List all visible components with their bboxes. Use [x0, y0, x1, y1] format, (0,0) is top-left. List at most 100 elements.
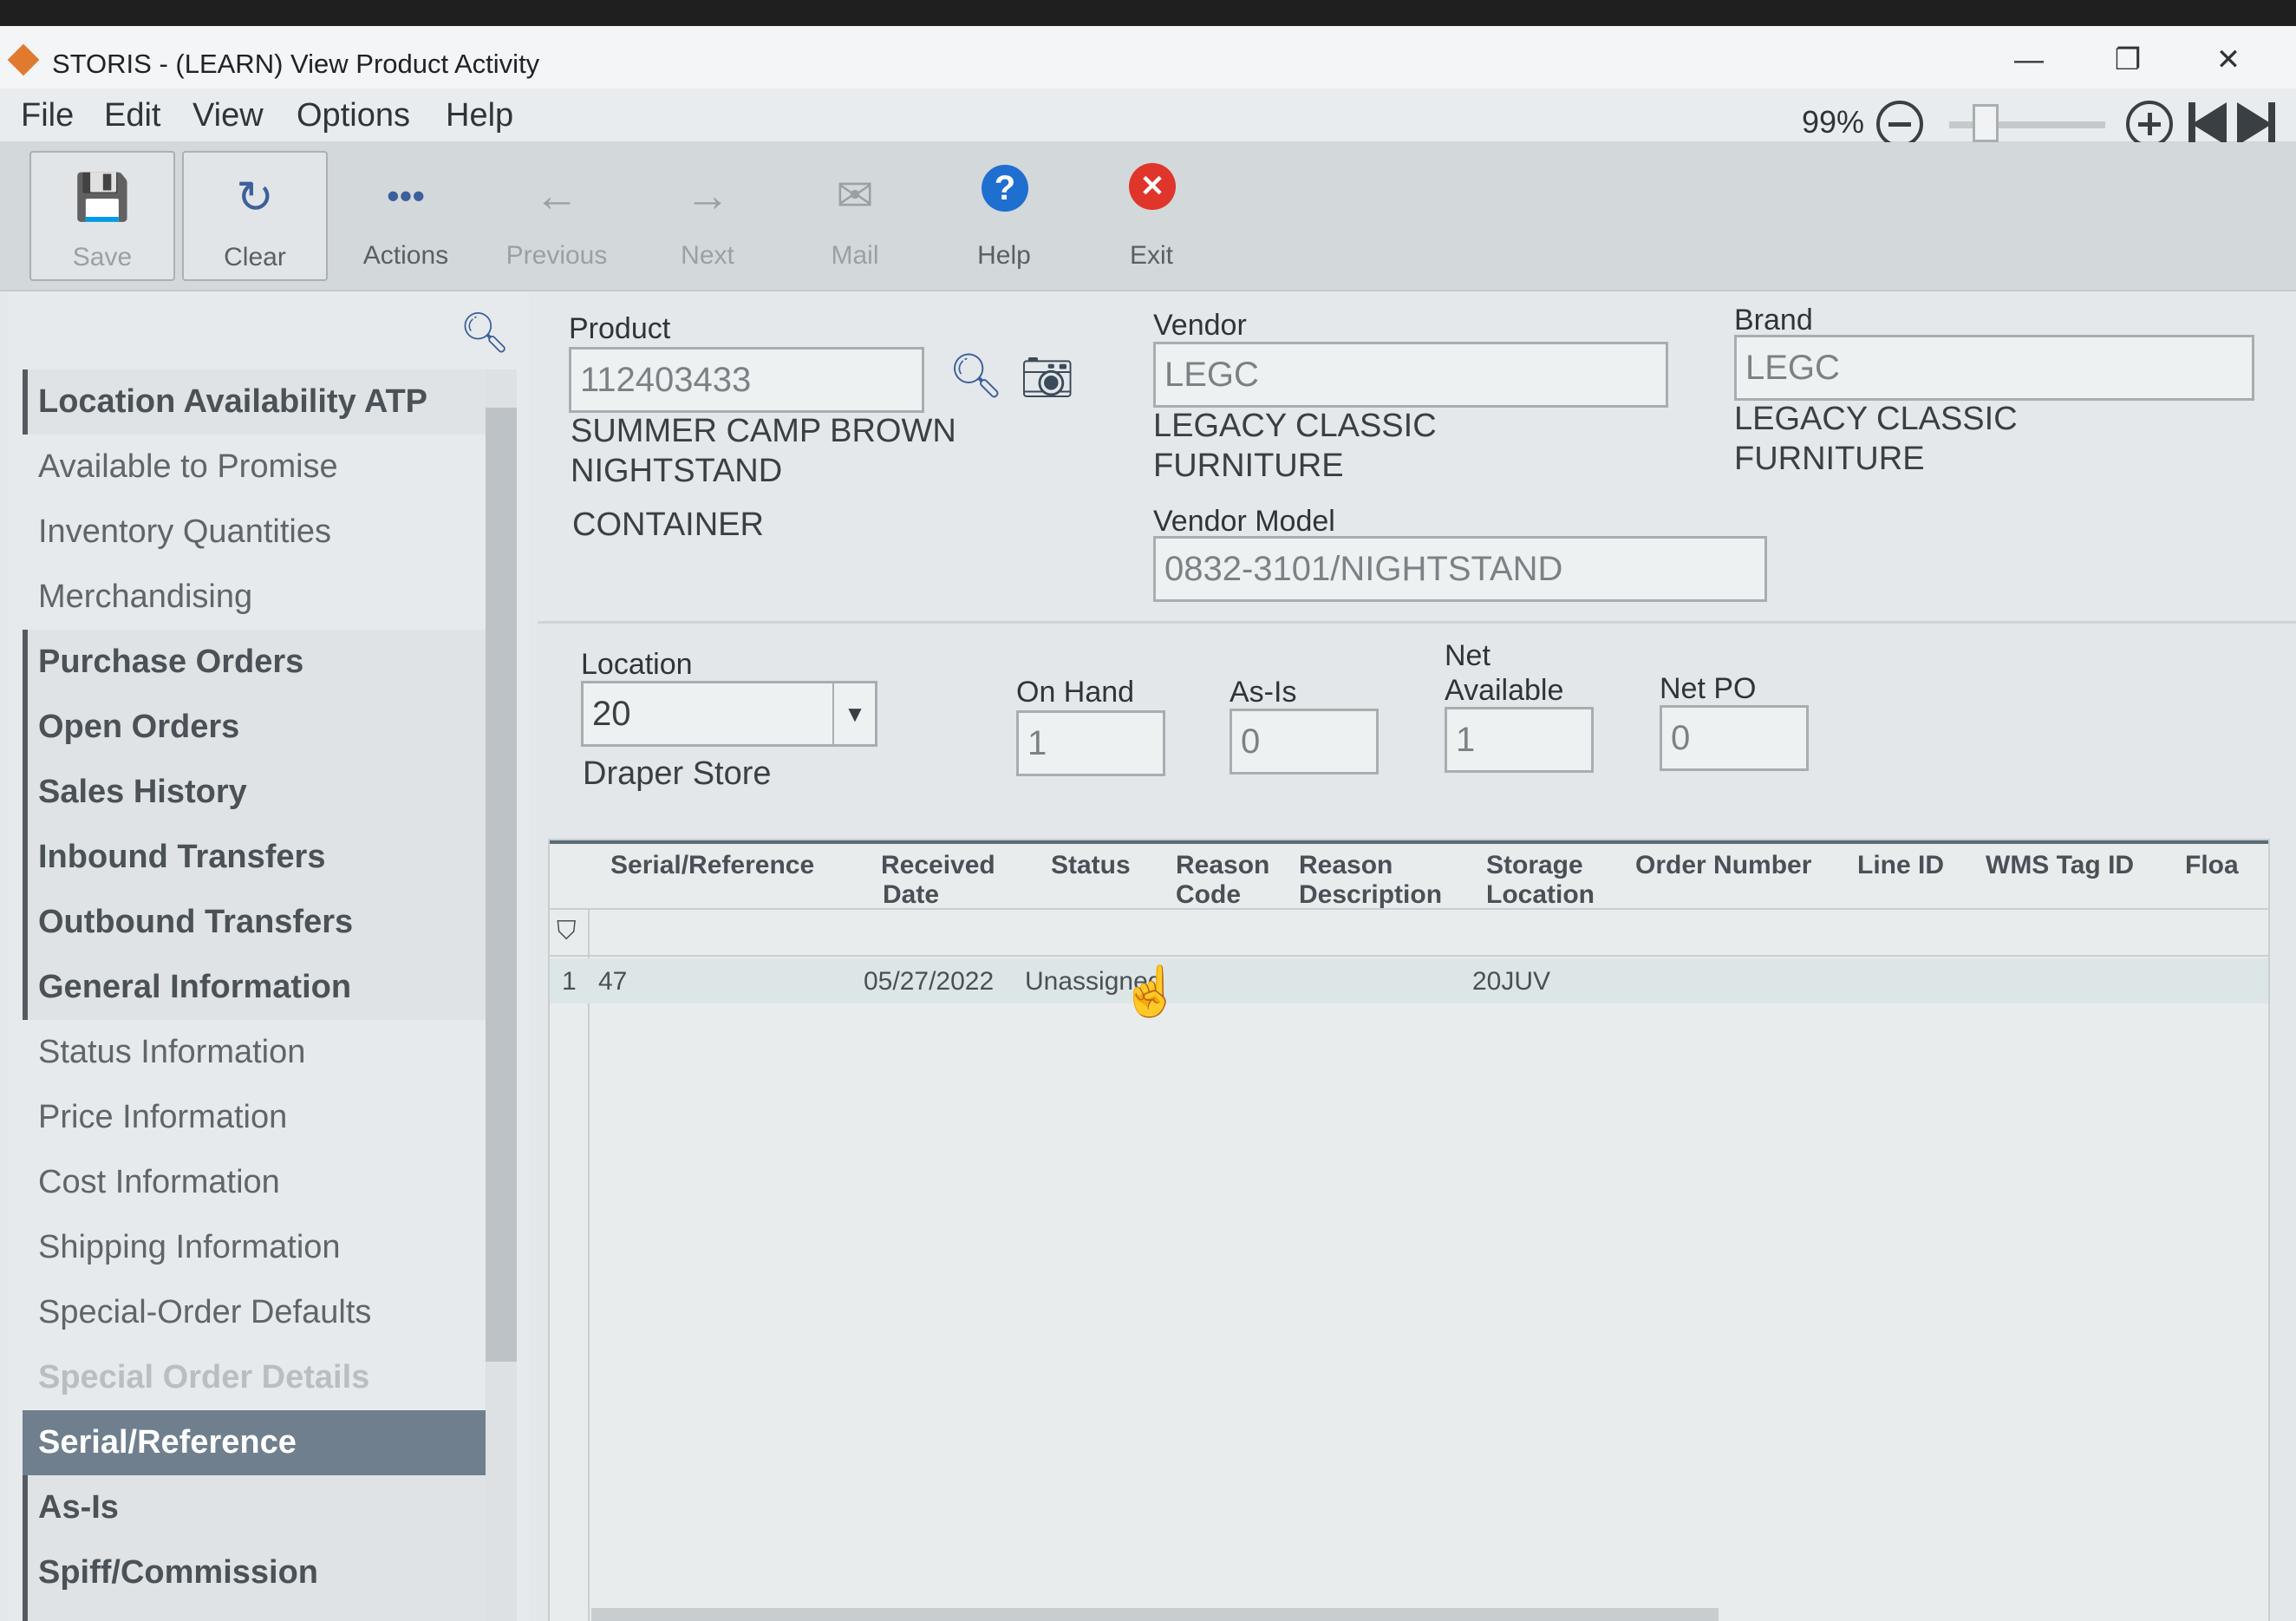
product-field[interactable]: 112403433	[569, 347, 924, 413]
column-order-number-label: Order Number	[1635, 851, 1812, 879]
sidebar-item-special-order-defaults[interactable]: Special-Order Defaults	[23, 1280, 491, 1345]
sidebar-item-purchase-orders[interactable]: Purchase Orders	[23, 630, 491, 695]
more-icon: •••	[386, 175, 426, 216]
vendor-label: Vendor	[1153, 309, 1247, 342]
refresh-icon: ↻	[236, 173, 274, 223]
sidebar-item-merchandising[interactable]: Merchandising	[23, 565, 491, 630]
cell-received-date[interactable]: 05/27/2022	[864, 967, 994, 997]
column-wms-tag-id-label: WMS Tag ID	[1986, 851, 2135, 879]
on-hand-field[interactable]: 1	[1016, 710, 1165, 776]
last-page-icon[interactable]	[2237, 102, 2275, 146]
sidebar-item-available-to-promise[interactable]: Available to Promise	[23, 435, 491, 500]
column-line-id[interactable]: Line ID	[1857, 851, 1944, 880]
exit-icon: ✕	[1129, 163, 1176, 210]
zoom-out-icon[interactable]	[1876, 101, 1923, 147]
column-serial-reference[interactable]: Serial/Reference	[610, 851, 814, 880]
brand-name-line2: FURNITURE	[1734, 441, 1925, 477]
sidebar-item-status-information[interactable]: Status Information	[23, 1020, 491, 1085]
sidebar-item-open-orders[interactable]: Open Orders	[23, 695, 491, 760]
menu-edit[interactable]: Edit	[104, 97, 160, 134]
zoom-slider-thumb[interactable]	[1973, 104, 1999, 142]
sidebar-item-as-is[interactable]: As-Is	[23, 1475, 491, 1540]
net-po-field[interactable]: 0	[1660, 705, 1809, 771]
sidebar-item-outbound-transfers[interactable]: Outbound Transfers	[23, 890, 491, 955]
chevron-down-icon[interactable]: ▼	[832, 683, 876, 744]
sidebar-item-price-information[interactable]: Price Information	[23, 1085, 491, 1150]
product-type: CONTAINER	[572, 507, 764, 543]
search-icon[interactable]: 🔍︎	[460, 309, 510, 356]
column-float[interactable]: Floa	[2185, 851, 2239, 880]
sidebar-item-cost-information[interactable]: Cost Information	[23, 1150, 491, 1215]
cell-storage-location[interactable]: 20JUV	[1472, 967, 1550, 997]
mail-button[interactable]: ✉ Mail	[782, 151, 928, 281]
column-storage-location[interactable]: Storage Location	[1486, 851, 1595, 910]
sidebar-item-location-availability-atp[interactable]: Location Availability ATP	[23, 369, 491, 435]
arrow-right-icon: →	[685, 171, 730, 221]
column-received-date[interactable]: Received Date	[881, 851, 995, 910]
previous-button[interactable]: ← Previous	[484, 151, 629, 281]
product-search-icon[interactable]: 🔍︎	[949, 350, 1003, 402]
column-received-label: Received	[881, 851, 995, 879]
vendor-model-field[interactable]: 0832-3101/NIGHTSTAND	[1153, 536, 1767, 602]
location-availability-panel: Location 20 ▼ Draper Store On Hand 1 As-…	[538, 621, 2296, 1621]
brand-name: LEGACY CLASSIC	[1734, 401, 2018, 437]
column-reason-description[interactable]: Reason Description	[1299, 851, 1442, 910]
previous-button-label: Previous	[506, 241, 608, 270]
menu-help[interactable]: Help	[446, 97, 513, 134]
nav-scrollbar-thumb[interactable]	[486, 408, 517, 1362]
help-button-label: Help	[977, 241, 1031, 270]
net-available-label: Net	[1445, 639, 1490, 672]
brand-field[interactable]: LEGC	[1734, 335, 2254, 401]
next-button[interactable]: → Next	[635, 151, 780, 281]
clear-button[interactable]: ↻ Clear	[182, 151, 328, 281]
zoom-in-icon[interactable]	[2126, 101, 2173, 147]
help-button[interactable]: ? Help	[931, 151, 1077, 281]
sidebar-item-serial-reference[interactable]: Serial/Reference	[23, 1410, 491, 1475]
sidebar-item-spiff-commission[interactable]: Spiff/Commission	[23, 1540, 491, 1605]
restore-button[interactable]: ❐	[2093, 38, 2162, 82]
column-location-label: Location	[1486, 880, 1595, 909]
column-reason-label: Reason	[1176, 851, 1270, 879]
column-order-number[interactable]: Order Number	[1635, 851, 1811, 880]
toolbar: 💾 Save ↻ Clear ••• Actions ← Previous → …	[0, 142, 2296, 291]
sidebar-item-sales-history[interactable]: Sales History	[23, 760, 491, 825]
sidebar-item-general-information[interactable]: General Information	[23, 955, 491, 1020]
main-panel: Product 112403433 🔍︎ 📷︎ SUMMER CAMP BROW…	[538, 291, 2296, 1621]
sidebar-item-summary[interactable]: Summary	[23, 1605, 491, 1621]
column-storage-label: Storage	[1486, 851, 1583, 879]
save-button[interactable]: 💾 Save	[29, 151, 175, 281]
minimize-button[interactable]: —	[1994, 38, 2064, 82]
first-page-icon[interactable]	[2188, 102, 2227, 146]
product-description-line2: NIGHTSTAND	[571, 453, 783, 489]
menu-file[interactable]: File	[21, 97, 74, 134]
brand-label: Brand	[1734, 304, 1813, 337]
sidebar-item-special-order-details[interactable]: Special Order Details	[23, 1345, 491, 1410]
mail-icon: ✉	[836, 171, 874, 221]
zoom-level: 99%	[1802, 104, 1865, 140]
cell-serial-reference[interactable]: 47	[598, 967, 627, 997]
exit-button[interactable]: ✕ Exit	[1079, 151, 1224, 281]
menu-view[interactable]: View	[192, 97, 264, 134]
table-row[interactable]: 1 47 05/27/2022 Unassigned 20JUV	[550, 958, 2268, 1003]
sidebar-item-shipping-information[interactable]: Shipping Information	[23, 1215, 491, 1280]
column-status[interactable]: Status	[1051, 851, 1131, 880]
column-code-label: Code	[1176, 880, 1241, 909]
grid-horizontal-scrollbar[interactable]	[591, 1608, 1719, 1621]
on-hand-label: On Hand	[1016, 676, 1135, 709]
menu-options[interactable]: Options	[297, 97, 410, 134]
sidebar-item-inbound-transfers[interactable]: Inbound Transfers	[23, 825, 491, 890]
close-button[interactable]: ✕	[2194, 38, 2263, 82]
actions-button[interactable]: ••• Actions	[333, 151, 479, 281]
as-is-field[interactable]: 0	[1230, 709, 1379, 775]
column-wms-tag-id[interactable]: WMS Tag ID	[1986, 851, 2134, 880]
sidebar-item-inventory-quantities[interactable]: Inventory Quantities	[23, 500, 491, 565]
camera-icon[interactable]: 📷︎	[1020, 352, 1074, 403]
column-float-label: Floa	[2185, 851, 2239, 879]
save-icon: 💾	[74, 173, 131, 223]
vendor-field[interactable]: LEGC	[1153, 342, 1668, 408]
nav-list: Location Availability ATP Available to Pr…	[23, 369, 491, 1621]
column-reason2-label: Reason	[1299, 851, 1393, 879]
location-name: Draper Store	[583, 755, 772, 792]
net-available-field[interactable]: 1	[1445, 707, 1594, 773]
column-reason-code[interactable]: Reason Code	[1176, 851, 1269, 910]
